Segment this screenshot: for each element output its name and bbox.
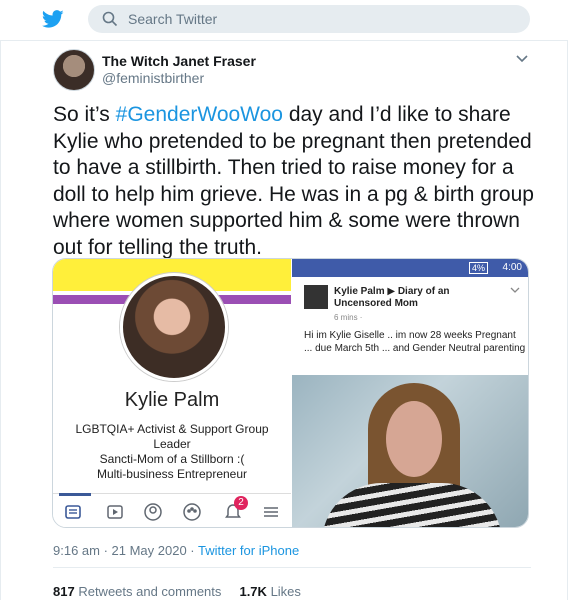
- chevron-down-icon[interactable]: [515, 54, 529, 64]
- media-image-post[interactable]: 4% 4:00 Kylie Palm ▶ Diary of an Uncenso…: [292, 259, 528, 527]
- post-author-avatar: [304, 285, 328, 309]
- tweet-text: So it’s #GenderWooWoo day and I’d like t…: [53, 102, 543, 261]
- search-placeholder: Search Twitter: [128, 11, 218, 27]
- search-input[interactable]: Search Twitter: [88, 5, 530, 33]
- bio-line: Sancti-Mom of a Stillborn :(: [99, 452, 245, 466]
- bio-line: LGBTQIA+ Activist & Support Group: [75, 422, 269, 436]
- likes-label[interactable]: Likes: [271, 584, 301, 599]
- bio-line: Multi-business Entrepreneur: [96, 467, 248, 481]
- video-icon: [107, 505, 123, 519]
- chevron-down-icon: [510, 287, 520, 293]
- divider: [53, 567, 531, 568]
- profile-name: Kylie Palm: [124, 389, 220, 411]
- author-handle[interactable]: @feministbirther: [102, 70, 204, 86]
- post-author: Kylie Palm ▶ Diary of an Uncensored Mom: [334, 286, 450, 309]
- tweet-text-rest: day and I’d like to share Kylie who pret…: [53, 103, 534, 259]
- retweets-count[interactable]: 817: [53, 584, 75, 599]
- profile-photo: [120, 273, 228, 381]
- author-avatar[interactable]: [53, 49, 95, 91]
- tweet-meta: 9:16 am · 21 May 2020 · Twitter for iPho…: [53, 543, 299, 558]
- hashtag-link[interactable]: #GenderWooWoo: [116, 103, 283, 126]
- tweet-text-start: So it’s: [53, 103, 116, 126]
- top-bar: Search Twitter: [0, 0, 568, 41]
- fb-bottom-nav: 2: [53, 493, 291, 527]
- fb-post-header: Kylie Palm ▶ Diary of an Uncensored Mom …: [292, 277, 528, 375]
- groups-icon: [183, 503, 201, 521]
- likes-count[interactable]: 1.7K: [239, 584, 266, 599]
- bio-line: Leader: [153, 437, 191, 451]
- photo-striped-shirt: [322, 483, 502, 527]
- tweet-media[interactable]: Kylie Palm LGBTQIA+ Activist & Support G…: [52, 258, 529, 528]
- status-time: 4:00: [502, 262, 522, 273]
- notification-badge: 2: [234, 496, 248, 510]
- news-feed-icon: [65, 505, 81, 519]
- active-tab-indicator: [59, 493, 91, 496]
- tweet-source[interactable]: Twitter for iPhone: [198, 543, 299, 558]
- menu-icon: [264, 507, 278, 517]
- post-time: 6 mins ·: [334, 313, 363, 322]
- twitter-bird-icon[interactable]: [42, 8, 64, 30]
- post-text: Hi im Kylie Giselle .. im now 28 weeks P…: [304, 330, 526, 354]
- tweet-timestamp[interactable]: 9:16 am · 21 May 2020 ·: [53, 543, 198, 558]
- profile-icon: [144, 503, 162, 521]
- photo-face: [386, 401, 442, 477]
- post-photo: [292, 375, 528, 527]
- media-image-profile[interactable]: Kylie Palm LGBTQIA+ Activist & Support G…: [53, 259, 291, 527]
- search-icon: [102, 11, 118, 27]
- battery-level: 4%: [468, 262, 488, 274]
- tweet-stats: 817 Retweets and comments 1.7K Likes: [53, 584, 301, 599]
- phone-status-bar: 4% 4:00: [292, 259, 528, 277]
- author-name[interactable]: The Witch Janet Fraser: [102, 53, 256, 69]
- retweets-label[interactable]: Retweets and comments: [78, 584, 221, 599]
- profile-bio: LGBTQIA+ Activist & Support Group Leader…: [53, 422, 291, 482]
